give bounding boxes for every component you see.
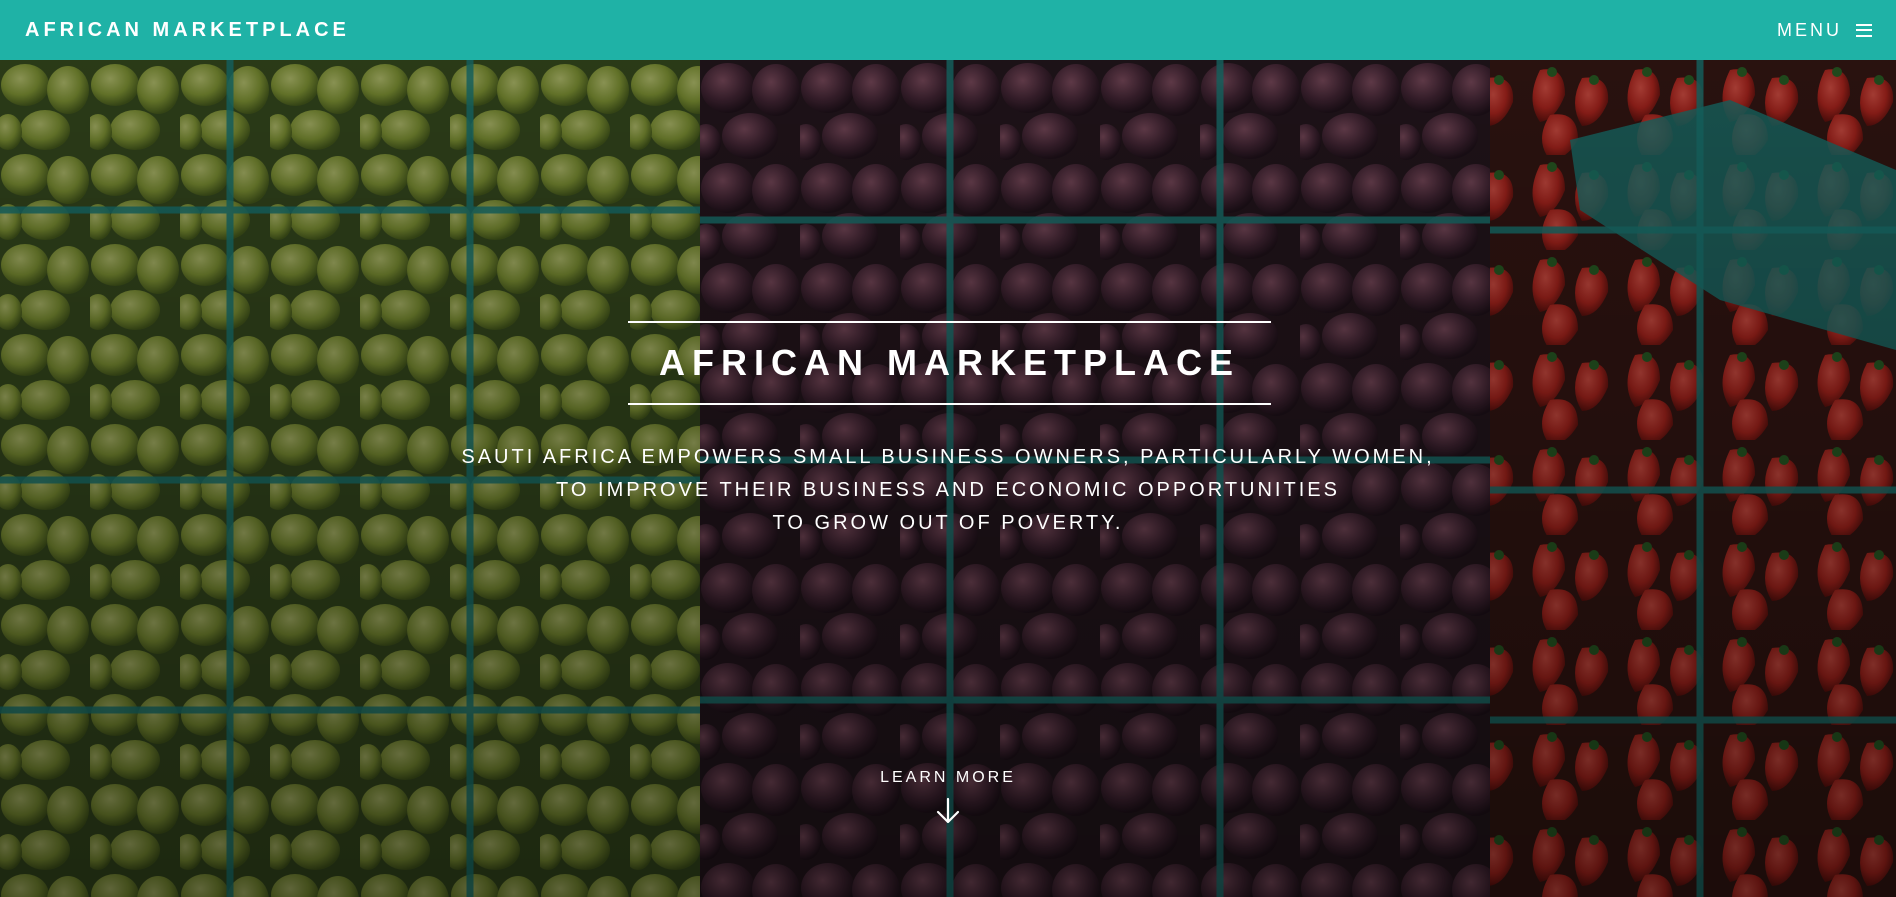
hero-title-box: AFRICAN MARKETPLACE bbox=[628, 321, 1271, 405]
tagline-line: TO GROW OUT OF POVERTY. bbox=[772, 512, 1124, 534]
tagline-line: SAUTI AFRICA EMPOWERS SMALL BUSINESS OWN… bbox=[461, 446, 1435, 468]
hero-tagline: SAUTI AFRICA EMPOWERS SMALL BUSINESS OWN… bbox=[348, 441, 1548, 540]
menu-label: MENU bbox=[1777, 19, 1842, 40]
hero-content: AFRICAN MARKETPLACE SAUTI AFRICA EMPOWER… bbox=[0, 60, 1896, 897]
learn-more-label: LEARN MORE bbox=[880, 769, 1016, 786]
brand-logo-link[interactable]: AFRICAN MARKETPLACE bbox=[25, 19, 350, 42]
menu-button[interactable]: MENU bbox=[1777, 20, 1872, 41]
arrow-down-icon[interactable] bbox=[934, 797, 962, 825]
hero-title: AFRICAN MARKETPLACE bbox=[659, 342, 1240, 383]
hero-section: AFRICAN MARKETPLACE SAUTI AFRICA EMPOWER… bbox=[0, 60, 1896, 897]
tagline-line: TO IMPROVE THEIR BUSINESS AND ECONOMIC O… bbox=[556, 479, 1340, 501]
learn-more-link[interactable]: LEARN MORE bbox=[798, 769, 1098, 825]
hamburger-icon bbox=[1856, 23, 1872, 37]
top-navbar: AFRICAN MARKETPLACE MENU bbox=[0, 0, 1896, 60]
